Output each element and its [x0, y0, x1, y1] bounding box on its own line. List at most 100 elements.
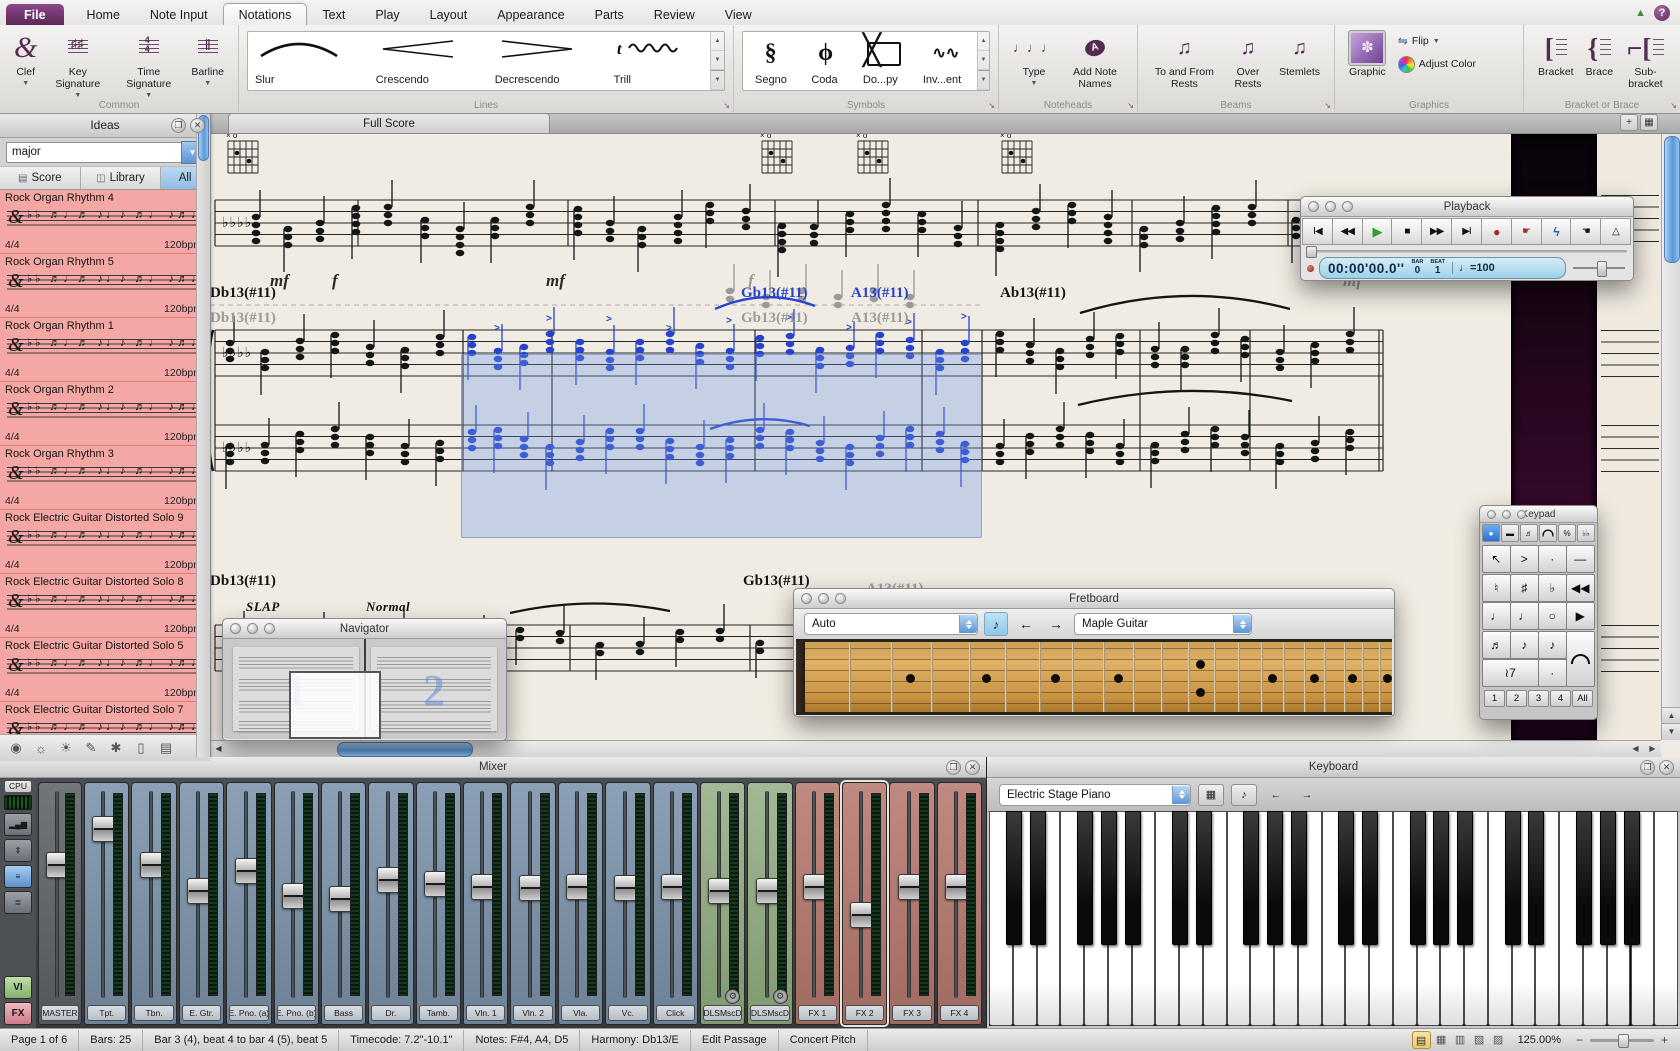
inverted-mordent-item[interactable]: ∿∿ Inv...ent	[915, 32, 977, 90]
voice-button-1[interactable]: 1	[1484, 690, 1505, 707]
keypad-key[interactable]: ↖	[1482, 545, 1511, 573]
mixer-channel-fx-2[interactable]: FX 2	[842, 782, 887, 1025]
scroll-down-icon[interactable]: ▼	[1662, 723, 1680, 740]
passage-selection[interactable]	[461, 354, 982, 538]
ideas-search-input[interactable]: major	[6, 142, 181, 163]
idea-item[interactable]: Rock Organ Rhythm 4&♭♭ ♬♩♬ ♪♩♪ ♬♩ ♪♬♩4/4…	[0, 190, 210, 254]
mixer-channel-tamb-[interactable]: Tamb.	[416, 782, 461, 1025]
playback-window[interactable]: Playback I◀◀◀▶■▶▶▶I●☛ϟ☚△ 00:00'00.0'' BA…	[1300, 196, 1634, 281]
trill-item[interactable]: t Trill	[607, 32, 710, 90]
ribbon-tab-layout[interactable]: Layout	[415, 4, 483, 25]
vertical-scrollbar-thumb[interactable]	[1664, 136, 1680, 263]
view-mode-icon-3[interactable]: ▥	[1452, 1031, 1469, 1047]
mixer-channel-vc-[interactable]: Vc.	[605, 782, 650, 1025]
fader-track[interactable]	[386, 791, 390, 998]
mixer-close-icon[interactable]: ✕	[965, 760, 980, 775]
idea-item[interactable]: Rock Electric Guitar Distorted Solo 7&♭♭…	[0, 702, 210, 734]
key-signature-button[interactable]: ♯♯ Key Signature▼	[43, 28, 112, 100]
mixer-channel-dlsmscd[interactable]: ⚙DLSMscD	[700, 782, 745, 1025]
zoom-in-icon[interactable]: +	[1657, 1033, 1672, 1048]
keypad-layout-tab-1[interactable]: ●	[1482, 524, 1500, 542]
fretboard-instrument-select[interactable]: Maple Guitar	[1074, 613, 1252, 635]
decrescendo-item[interactable]: Decrescendo	[488, 32, 607, 90]
keyboard-instrument-select[interactable]: Electric Stage Piano	[999, 784, 1191, 806]
keypad-key[interactable]: ♪	[1538, 631, 1567, 659]
chord-symbol[interactable]: Ab13(#11)	[1000, 285, 1066, 302]
stop-button[interactable]: ■	[1391, 218, 1422, 245]
piano-black-key[interactable]	[1457, 811, 1473, 945]
beams-to-from-rests-button[interactable]: ♫ To and From Rests	[1146, 28, 1223, 92]
keypad-layout-tab-3[interactable]: ♬	[1520, 524, 1538, 542]
piano-black-key[interactable]	[1243, 811, 1259, 945]
segno-item[interactable]: § Segno	[743, 32, 798, 90]
ribbon-tab-parts[interactable]: Parts	[580, 4, 639, 25]
fader-track[interactable]	[859, 791, 863, 998]
zoom-slider[interactable]	[1590, 1033, 1654, 1047]
chord-symbol[interactable]: Db13(#11)	[210, 573, 276, 590]
move-playback-line-to-start-button[interactable]: I◀	[1302, 218, 1333, 245]
idea-item[interactable]: Rock Organ Rhythm 5&♭♭ ♬♩♬ ♪♩♪ ♬♩ ♪♬♩4/4…	[0, 254, 210, 318]
window-minimize-icon[interactable]	[1325, 201, 1336, 212]
move-playback-line-to-end-button[interactable]: ▶I	[1451, 218, 1482, 245]
ideas-scrollbar[interactable]	[196, 113, 210, 757]
edit-idea-icon[interactable]: ✎	[79, 738, 103, 758]
add-note-names-button[interactable]: A Add Note Names	[1061, 28, 1129, 92]
mixer-channel-click[interactable]: Click	[653, 782, 698, 1025]
tab-list-icon[interactable]: ▦	[1640, 114, 1658, 131]
symbols-gallery-scroll[interactable]: ▲▼▼	[977, 32, 989, 90]
fretboard-neck[interactable]	[796, 639, 1392, 715]
keypad-key[interactable]: ♪	[1510, 631, 1539, 659]
next-arrow-icon[interactable]: →	[1044, 614, 1068, 634]
voice-button-2[interactable]: 2	[1506, 690, 1527, 707]
idea-lightbulb-solid-icon[interactable]: ☀	[54, 738, 78, 758]
fast-forward-button[interactable]: ▶▶	[1421, 218, 1452, 245]
dynamic-marking[interactable]: f	[748, 271, 754, 291]
window-zoom-icon[interactable]	[1342, 201, 1353, 212]
vertical-scrollbar[interactable]: ▲ ▼	[1661, 133, 1680, 740]
keypad-key[interactable]: >	[1510, 545, 1539, 573]
keypad-titlebar[interactable]: Keypad	[1480, 506, 1597, 523]
window-zoom-icon[interactable]	[1517, 510, 1526, 519]
beams-over-rests-button[interactable]: ♫ Over Rests	[1223, 28, 1273, 92]
ribbon-tab-text[interactable]: Text	[307, 4, 360, 25]
live-tempo-button[interactable]: ☚	[1570, 218, 1601, 245]
keypad-key[interactable]: ♯	[1510, 574, 1539, 602]
piano-black-key[interactable]	[1600, 811, 1616, 945]
lines-gallery-scroll[interactable]: ▲▼▼	[710, 32, 724, 90]
fretboard-titlebar[interactable]: Fretboard	[794, 589, 1394, 609]
next-arrow-icon[interactable]: →	[1295, 785, 1319, 805]
dynamic-marking[interactable]: f	[332, 271, 338, 291]
voice-button-3[interactable]: 3	[1528, 690, 1549, 707]
time-signature-button[interactable]: 44 Time Signature▼	[112, 28, 185, 100]
ideas-detach-icon[interactable]: ❒	[171, 118, 186, 133]
ribbon-tab-note-input[interactable]: Note Input	[135, 4, 223, 25]
window-minimize-icon[interactable]	[818, 593, 829, 604]
view-mode-icon-5[interactable]: ▨	[1490, 1031, 1507, 1047]
scroll-left-icon[interactable]: ◀	[210, 741, 227, 756]
view-mode-icon-4[interactable]: ▧	[1471, 1031, 1488, 1047]
zoom-out-icon[interactable]: −	[1572, 1033, 1587, 1048]
tempo-slider[interactable]	[1571, 258, 1627, 278]
idea-item[interactable]: Rock Organ Rhythm 1&♭♭ ♬♩♬ ♪♩♪ ♬♩ ♪♬♩4/4…	[0, 318, 210, 382]
piano-black-key[interactable]	[1030, 811, 1046, 945]
idea-item[interactable]: Rock Electric Guitar Distorted Solo 9&♭♭…	[0, 510, 210, 574]
notehead-type-button[interactable]: ♩♩♩ Type▼	[1007, 28, 1061, 89]
window-minimize-icon[interactable]	[247, 623, 258, 634]
ribbon-tab-view[interactable]: View	[710, 4, 767, 25]
piano-black-key[interactable]	[1077, 811, 1093, 945]
rewind-button[interactable]: ◀◀	[1332, 218, 1363, 245]
keypad-key[interactable]: ○	[1538, 602, 1567, 630]
keyboard-titlebar[interactable]: Keyboard ❒ ✕	[987, 757, 1680, 778]
ribbon-tab-play[interactable]: Play	[360, 4, 414, 25]
ideas-close-icon[interactable]: ✕	[190, 118, 205, 133]
keypad-layout-tab-4[interactable]	[1539, 524, 1557, 542]
key-size-icon[interactable]: ▦	[1198, 784, 1224, 806]
keypad-layout-tab-5[interactable]: %	[1558, 524, 1576, 542]
clef-button[interactable]: & Clef▼	[8, 28, 43, 89]
window-close-icon[interactable]	[230, 623, 241, 634]
view-mode-icon-2[interactable]: ▦	[1433, 1031, 1450, 1047]
technique-text[interactable]: SLAP	[246, 599, 280, 615]
keypad-layout-tab-6[interactable]: ♭♭	[1577, 524, 1595, 542]
navigator-page-2[interactable]: 2	[371, 647, 497, 731]
follow-notes-icon[interactable]: ♪	[1231, 784, 1257, 806]
